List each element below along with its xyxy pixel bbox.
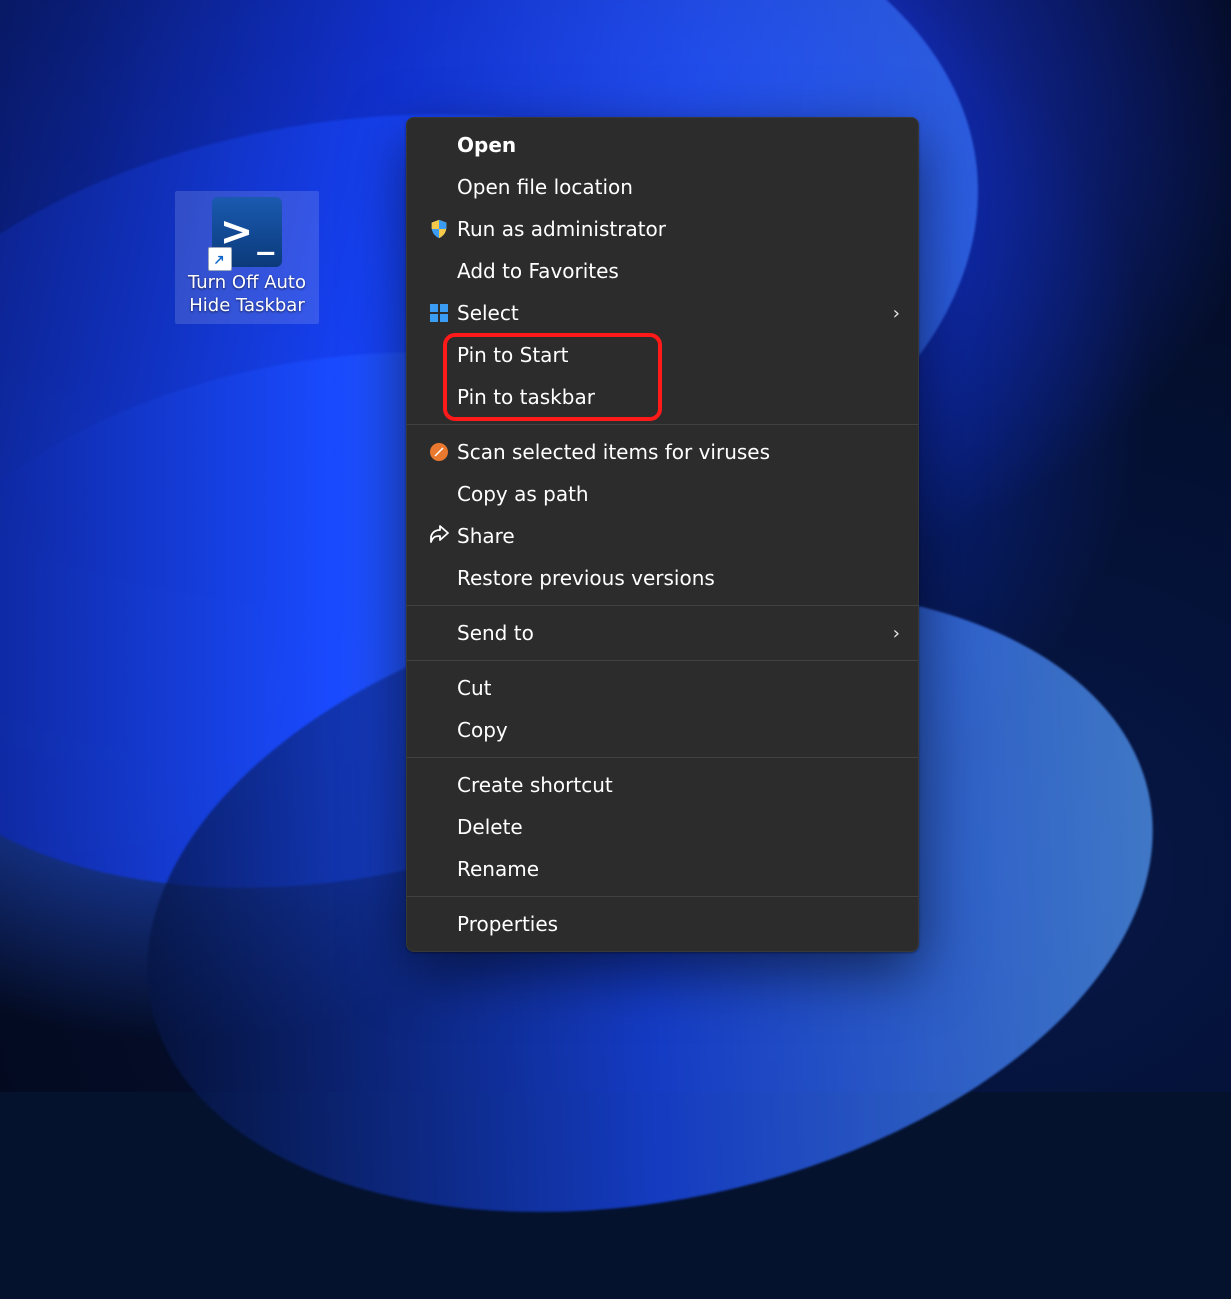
menu-item-copy-as-path[interactable]: Copy as path	[407, 473, 918, 515]
menu-item-add-to-favorites[interactable]: Add to Favorites	[407, 250, 918, 292]
menu-item-label: Copy as path	[457, 482, 900, 506]
menu-item-label: Restore previous versions	[457, 566, 900, 590]
menu-separator	[407, 660, 918, 661]
menu-item-rename[interactable]: Rename	[407, 848, 918, 890]
menu-separator	[407, 605, 918, 606]
menu-item-label: Pin to taskbar	[457, 385, 900, 409]
menu-item-label: Properties	[457, 912, 900, 936]
menu-item-label: Scan selected items for viruses	[457, 440, 900, 464]
menu-separator	[407, 896, 918, 897]
chevron-right-icon: ›	[893, 623, 900, 644]
menu-item-label: Send to	[457, 621, 893, 645]
menu-item-cut[interactable]: Cut	[407, 667, 918, 709]
menu-item-label: Select	[457, 301, 893, 325]
menu-item-label: Run as administrator	[457, 217, 900, 241]
menu-item-scan-viruses[interactable]: Scan selected items for viruses	[407, 431, 918, 473]
menu-item-label: Copy	[457, 718, 900, 742]
shortcut-overlay-icon	[208, 247, 232, 271]
menu-item-label: Add to Favorites	[457, 259, 900, 283]
menu-item-delete[interactable]: Delete	[407, 806, 918, 848]
powershell-icon: >_	[212, 197, 282, 267]
chevron-right-icon: ›	[893, 303, 900, 324]
menu-item-label: Delete	[457, 815, 900, 839]
menu-item-send-to[interactable]: Send to ›	[407, 612, 918, 654]
menu-item-open[interactable]: Open	[407, 124, 918, 166]
menu-item-run-as-administrator[interactable]: Run as administrator	[407, 208, 918, 250]
menu-item-pin-to-taskbar[interactable]: Pin to taskbar	[407, 376, 918, 418]
menu-item-copy[interactable]: Copy	[407, 709, 918, 751]
menu-item-label: Cut	[457, 676, 900, 700]
menu-item-label: Pin to Start	[457, 343, 900, 367]
menu-item-share[interactable]: Share	[407, 515, 918, 557]
shield-icon	[428, 218, 450, 240]
context-menu: Open Open file location Run as administr…	[406, 117, 919, 952]
menu-item-label: Open	[457, 133, 900, 157]
menu-separator	[407, 424, 918, 425]
menu-item-restore-previous-versions[interactable]: Restore previous versions	[407, 557, 918, 599]
antivirus-icon	[430, 443, 448, 461]
menu-item-label: Share	[457, 524, 900, 548]
menu-item-label: Rename	[457, 857, 900, 881]
share-icon	[427, 524, 451, 548]
desktop-shortcut-label: Turn Off Auto Hide Taskbar	[177, 271, 317, 318]
windows-logo-icon	[429, 303, 449, 323]
menu-item-create-shortcut[interactable]: Create shortcut	[407, 764, 918, 806]
menu-separator	[407, 757, 918, 758]
desktop-shortcut[interactable]: >_ Turn Off Auto Hide Taskbar	[175, 191, 319, 324]
menu-item-pin-to-start[interactable]: Pin to Start	[407, 334, 918, 376]
menu-item-open-file-location[interactable]: Open file location	[407, 166, 918, 208]
menu-item-label: Create shortcut	[457, 773, 900, 797]
menu-item-select[interactable]: Select ›	[407, 292, 918, 334]
menu-item-properties[interactable]: Properties	[407, 903, 918, 945]
menu-item-label: Open file location	[457, 175, 900, 199]
